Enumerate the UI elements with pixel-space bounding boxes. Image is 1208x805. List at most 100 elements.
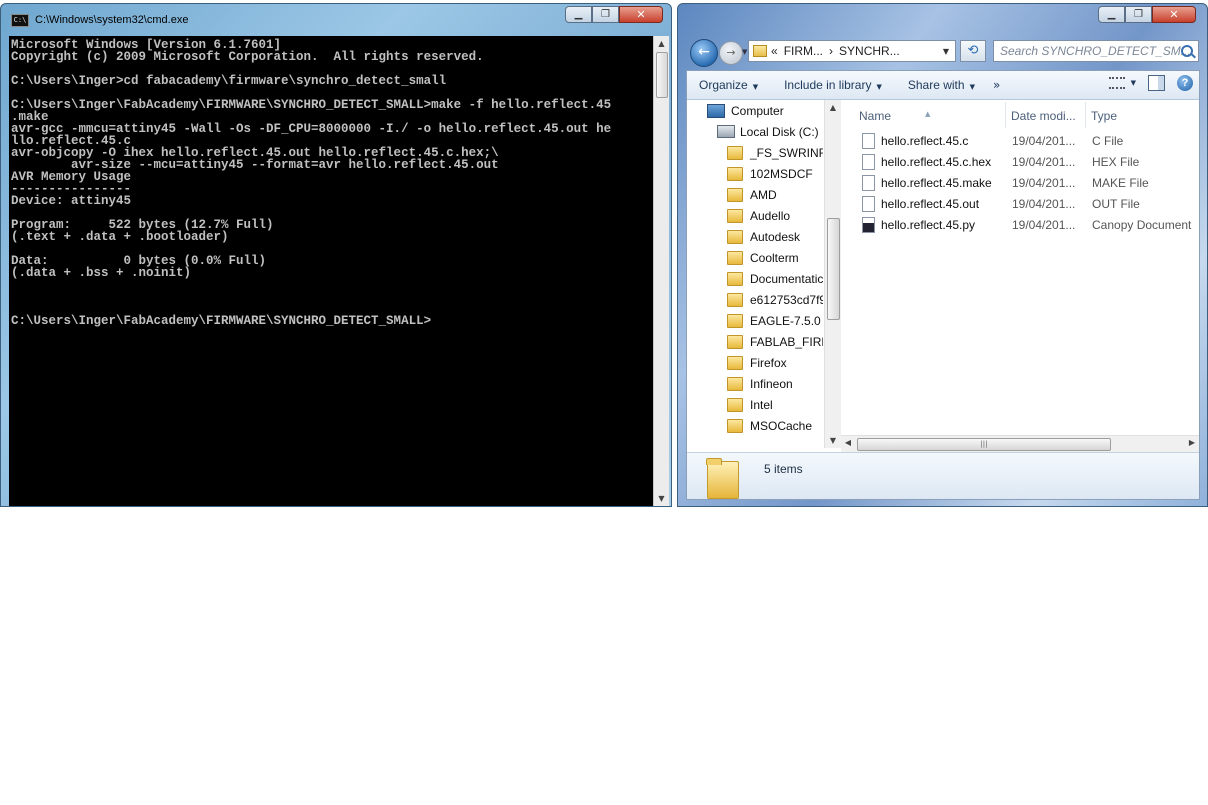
navigation-pane[interactable]: Computer Local Disk (C:) _FS_SWRINFO 102M… (687, 100, 823, 448)
search-icon[interactable] (1181, 45, 1193, 57)
nav-item-folder[interactable]: e612753cd7f9 (727, 289, 823, 310)
cmd-window-title: C:\Windows\system32\cmd.exe (35, 14, 189, 26)
nav-pane-scrollbar[interactable]: ▲ ▼ (824, 100, 841, 448)
scroll-left-arrow-icon[interactable]: ◀ (841, 436, 855, 451)
scroll-thumb[interactable] (656, 52, 668, 98)
column-header-type[interactable]: Type (1091, 105, 1117, 127)
nav-item-label: FABLAB_FIRM (750, 334, 823, 349)
cmd-console[interactable]: Microsoft Windows [Version 6.1.7601] Cop… (9, 36, 653, 506)
file-date: 19/04/201... (1012, 176, 1076, 190)
nav-item-label: Infineon (750, 376, 793, 391)
folder-icon (727, 208, 743, 223)
close-button[interactable]: ✕ (619, 6, 663, 23)
breadcrumb-separator[interactable]: › (829, 44, 833, 58)
search-input[interactable]: Search SYNCHRO_DETECT_SM... (993, 40, 1199, 62)
forward-arrow-icon[interactable]: → (719, 41, 743, 65)
cmd-window[interactable]: C:\ C:\Windows\system32\cmd.exe ▁ ❐ ✕ Mi… (0, 3, 672, 507)
file-name: hello.reflect.45.py (881, 218, 976, 232)
file-list-horizontal-scrollbar[interactable]: ◀ ||| ▶ (841, 435, 1199, 452)
scroll-thumb[interactable]: ||| (857, 438, 1111, 451)
nav-item-folder[interactable]: EAGLE-7.5.0 (727, 310, 821, 331)
file-row[interactable]: hello.reflect.45.out 19/04/201... OUT File (841, 194, 1199, 215)
share-with-menu[interactable]: Share with ▼ (908, 78, 975, 92)
refresh-button[interactable]: ⟲ (960, 40, 986, 62)
file-type: C File (1092, 134, 1124, 148)
file-list[interactable]: ▲ Name Date modi... Type hello.reflect.45… (841, 100, 1199, 435)
preview-pane-icon[interactable] (1148, 75, 1165, 91)
nav-item-folder[interactable]: Audello (727, 205, 790, 226)
file-date: 19/04/201... (1012, 155, 1076, 169)
nav-item-label: Firefox (750, 355, 787, 370)
scroll-right-arrow-icon[interactable]: ▶ (1185, 436, 1199, 451)
column-divider[interactable] (1085, 102, 1086, 128)
folder-icon (727, 313, 743, 328)
nav-item-label: Intel (750, 397, 773, 412)
scroll-up-arrow-icon[interactable]: ▲ (654, 36, 669, 51)
drive-icon (717, 125, 735, 138)
nav-item-folder[interactable]: Coolterm (727, 247, 799, 268)
chevron-down-icon[interactable]: ▼ (943, 47, 949, 56)
nav-item-folder[interactable]: Intel (727, 394, 773, 415)
nav-item-folder[interactable]: Autodesk (727, 226, 800, 247)
nav-item-folder[interactable]: MSOCache (727, 415, 812, 436)
nav-item-folder[interactable]: _FS_SWRINFO (727, 142, 823, 163)
chevron-down-icon: ▼ (876, 83, 882, 91)
cmd-vertical-scrollbar[interactable]: ▲ ▼ (653, 36, 669, 506)
nav-item-label: Coolterm (750, 250, 799, 265)
breadcrumb-item[interactable]: SYNCHR... (839, 44, 900, 58)
nav-item-local-disk[interactable]: Local Disk (C:) (717, 121, 819, 142)
search-placeholder: Search SYNCHRO_DETECT_SM... (1000, 44, 1191, 58)
nav-item-folder[interactable]: AMD (727, 184, 777, 205)
column-header-name[interactable]: ▲ Name (859, 105, 930, 127)
help-icon[interactable]: ? (1177, 75, 1193, 91)
console-line: Device: attiny45 (11, 194, 132, 208)
file-row[interactable]: hello.reflect.45.c 19/04/201... C File (841, 131, 1199, 152)
chevron-down-icon: ▼ (752, 83, 759, 91)
nav-item-label: EAGLE-7.5.0 (750, 313, 821, 328)
column-header-date[interactable]: Date modi... (1011, 105, 1076, 127)
back-arrow-icon[interactable]: ← (690, 39, 718, 67)
column-divider[interactable] (1005, 102, 1006, 128)
nav-item-computer[interactable]: Computer (707, 100, 784, 121)
maximize-button[interactable]: ❐ (592, 6, 619, 23)
file-row[interactable]: hello.reflect.45.make 19/04/201... MAKE Fi… (841, 173, 1199, 194)
column-label: Type (1091, 109, 1118, 123)
folder-icon (727, 418, 743, 433)
file-name: hello.reflect.45.c (881, 134, 969, 148)
folder-icon (727, 271, 743, 286)
column-label: Date modi... (1011, 109, 1076, 123)
nav-item-folder[interactable]: 102MSDCF (727, 163, 813, 184)
nav-item-folder[interactable]: Firefox (727, 352, 787, 373)
minimize-button[interactable]: ▁ (1098, 6, 1125, 23)
scroll-down-arrow-icon[interactable]: ▼ (654, 491, 669, 506)
nav-item-folder[interactable]: Documentatic (727, 268, 823, 289)
minimize-button[interactable]: ▁ (565, 6, 592, 23)
console-line: C:\Users\Inger\FabAcademy\FIRMWARE\SYNCH… (11, 98, 612, 112)
more-commands-button[interactable]: » (993, 78, 1000, 92)
close-button[interactable]: ✕ (1152, 6, 1196, 23)
file-row[interactable]: hello.reflect.45.py 19/04/201... Canopy Do… (841, 215, 1199, 236)
console-line: (.text + .data + .bootloader) (11, 230, 229, 244)
breadcrumb-overflow[interactable]: « (771, 44, 778, 58)
scroll-down-arrow-icon[interactable]: ▼ (825, 433, 841, 448)
nav-item-folder[interactable]: Infineon (727, 373, 793, 394)
item-count: 5 items (764, 462, 803, 476)
include-in-library-menu[interactable]: Include in library ▼ (784, 78, 882, 92)
nav-item-label: AMD (750, 187, 777, 202)
breadcrumb-item[interactable]: FIRM... (784, 44, 823, 58)
scroll-thumb[interactable] (827, 218, 840, 320)
folder-icon (727, 355, 743, 370)
change-view-button[interactable]: ▼ (1108, 77, 1136, 89)
file-row[interactable]: hello.reflect.45.c.hex 19/04/201... HEX Fi… (841, 152, 1199, 173)
console-line: (.data + .bss + .noinit) (11, 266, 192, 280)
explorer-window[interactable]: ▁ ❐ ✕ ← → ▼ « FIRM... › SYNCHR... ▼ ⟲ Se… (677, 3, 1208, 507)
file-name: hello.reflect.45.out (881, 197, 980, 211)
recent-pages-dropdown-icon[interactable]: ▼ (742, 48, 747, 56)
organize-menu[interactable]: Organize ▼ (699, 78, 758, 92)
scroll-up-arrow-icon[interactable]: ▲ (825, 100, 841, 115)
cmd-titlebar: C:\ C:\Windows\system32\cmd.exe (11, 13, 188, 27)
maximize-button[interactable]: ❐ (1125, 6, 1152, 23)
nav-item-label: Autodesk (750, 229, 801, 244)
address-bar[interactable]: « FIRM... › SYNCHR... ▼ (748, 40, 956, 62)
nav-item-folder[interactable]: FABLAB_FIRM (727, 331, 823, 352)
